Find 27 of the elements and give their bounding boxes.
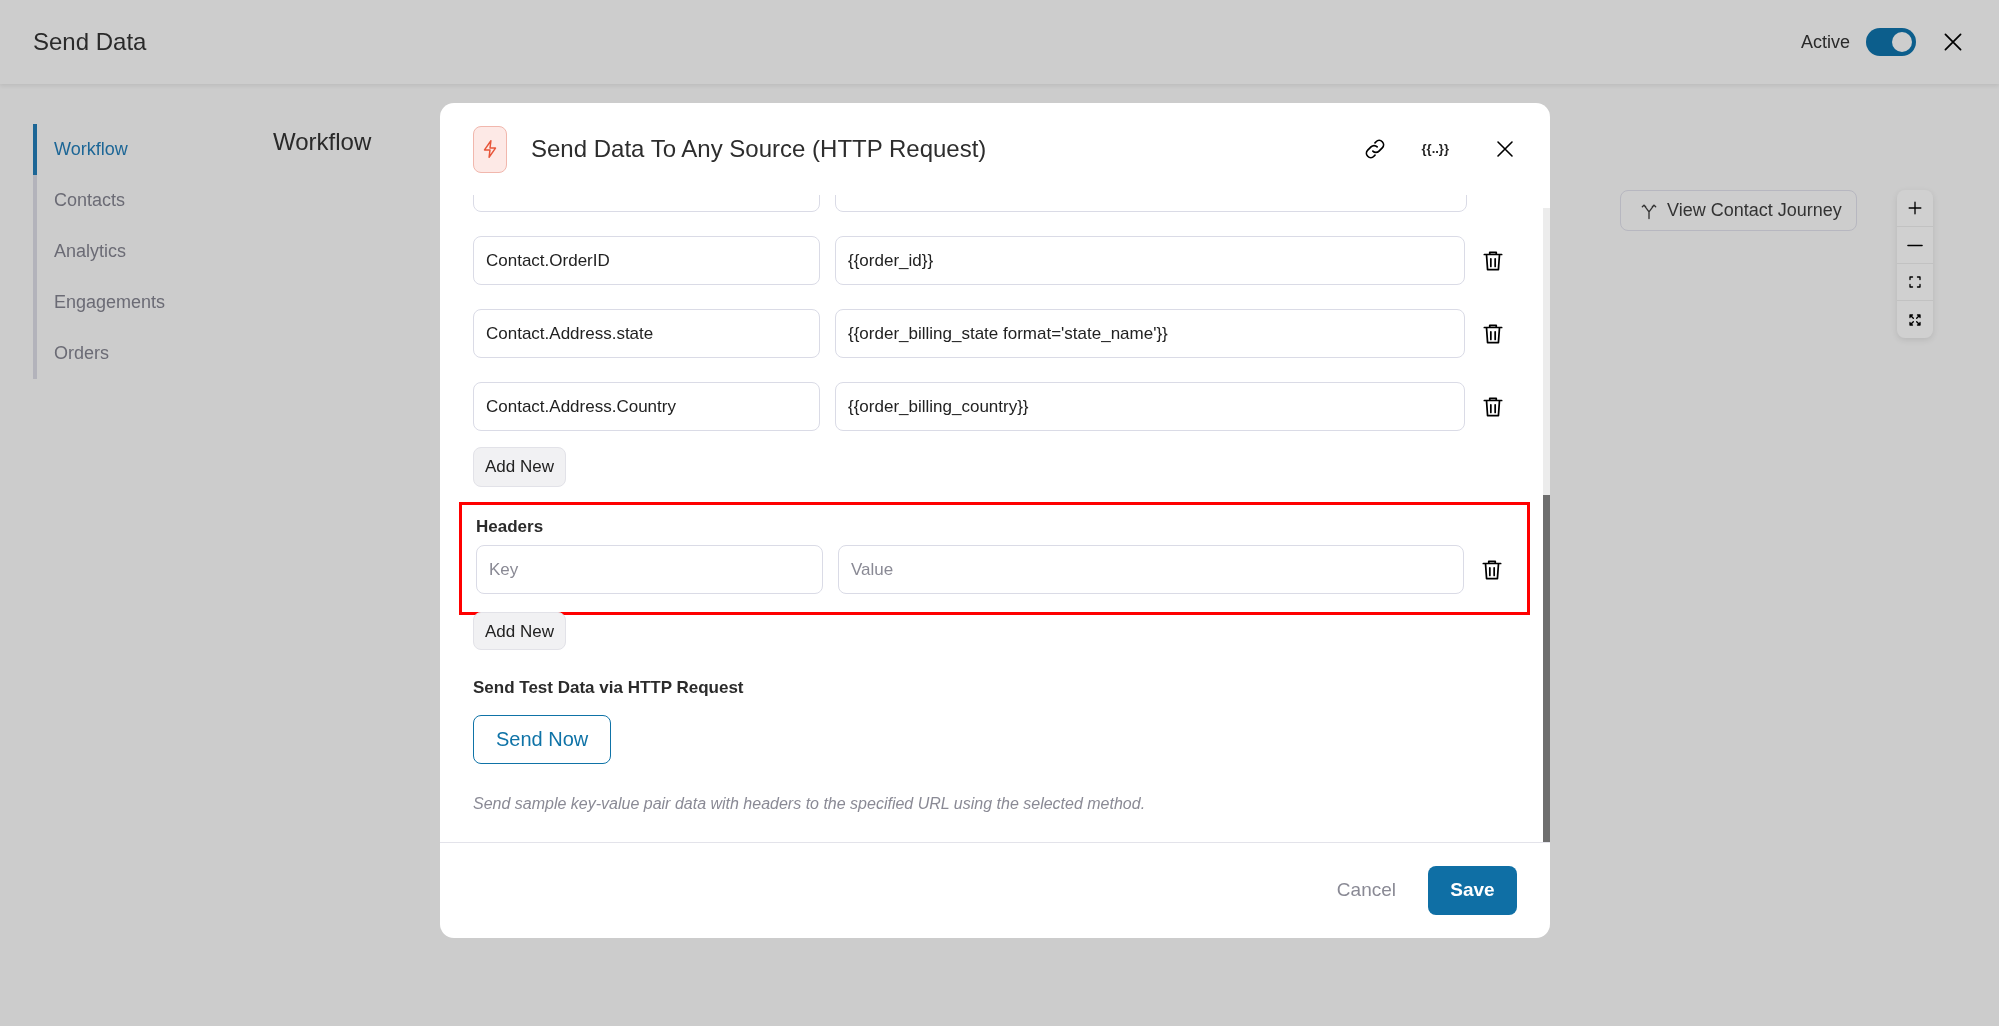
save-button[interactable]: Save (1428, 866, 1517, 915)
add-new-button[interactable]: Add New (473, 612, 566, 651)
value-field[interactable]: Value (838, 545, 1464, 595)
help-text: Send sample key-value pair data with headers to the specified URL using the selected method. (473, 793, 1147, 814)
send-now-button[interactable]: Send Now (473, 714, 612, 764)
active-toggle[interactable] (1866, 28, 1916, 56)
field-label: Headers (476, 515, 545, 538)
modal-title: Send Data To Any Source (HTTP Request) (531, 134, 987, 164)
key-field[interactable]: Contact.Address.state (473, 309, 820, 358)
key-field[interactable]: Key (476, 545, 823, 595)
add-new-button[interactable]: Add New (473, 446, 566, 487)
key-field[interactable]: Contact.OrderID (473, 236, 820, 285)
key-field[interactable]: Contact.Address.Country (473, 382, 820, 431)
value-field[interactable]: {{order_billing_country}} (835, 382, 1465, 431)
value-field[interactable]: {{order_id}} (835, 236, 1465, 285)
cancel-button[interactable]: Cancel (1336, 876, 1396, 905)
page-title: Send Data (33, 27, 147, 57)
view-journey-button[interactable]: View Contact Journey (1620, 190, 1857, 231)
value-field[interactable]: {{order_billing_state format='state_name'}} (835, 309, 1465, 358)
minus-icon (1907, 243, 1923, 247)
variables-button[interactable]: {{..}} (1421, 139, 1449, 159)
section-heading: Workflow (273, 127, 372, 157)
sidebar-item[interactable]: Workflow (33, 124, 128, 175)
scrollbar[interactable] (1543, 208, 1550, 842)
toggle-label: Active (1800, 30, 1850, 54)
lightning-icon (473, 125, 507, 173)
section-label: Send Test Data via HTTP Request (473, 677, 745, 700)
